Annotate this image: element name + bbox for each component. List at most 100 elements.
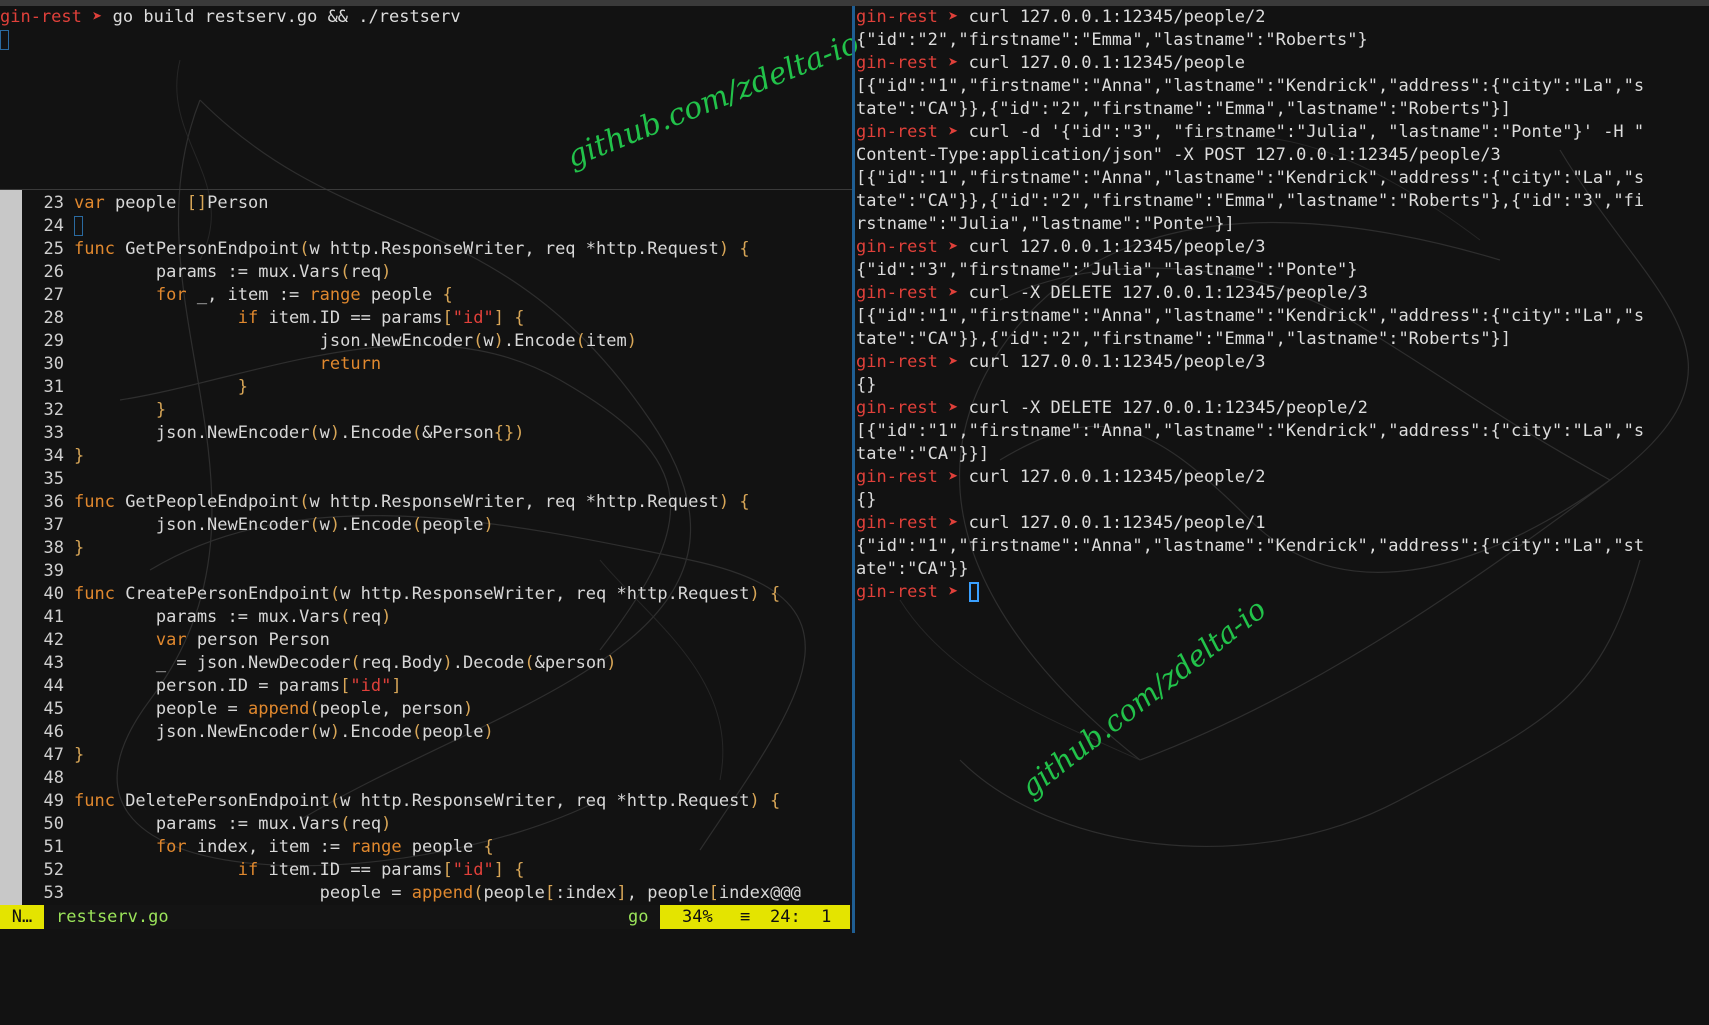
output-text: tate":"CA"}},{"id":"2","firstname":"Emma… [856, 329, 1512, 349]
command-text: curl 127.0.0.1:12345/people/2 [968, 7, 1266, 27]
output-text: ate":"CA"}} [856, 559, 969, 579]
code-line[interactable]: 25 func GetPersonEndpoint(w http.Response… [30, 238, 801, 261]
prompt-arrow-icon: ➤ [92, 7, 103, 27]
code-line[interactable]: 52 if item.ID == params["id"] { [30, 859, 801, 882]
line-number: 51 [43, 837, 64, 857]
terminal-output-line: [{"id":"1","firstname":"Anna","lastname"… [856, 305, 1709, 328]
output-text: {"id":"3","firstname":"Julia","lastname"… [856, 260, 1358, 280]
code-text: json.NewEncoder(w).Encode(&Person{}) [74, 423, 525, 443]
terminal-cursor[interactable] [968, 582, 979, 602]
code-line[interactable]: 28 if item.ID == params["id"] { [30, 307, 801, 330]
prompt-label: gin-rest [856, 352, 938, 372]
code-line[interactable]: 50 params := mux.Vars(req) [30, 813, 801, 836]
code-text: return [319, 354, 382, 374]
output-text: [{"id":"1","firstname":"Anna","lastname"… [856, 306, 1645, 326]
terminal-command-line: gin-rest ➤ curl 127.0.0.1:12345/people [856, 52, 1709, 75]
code-line[interactable]: 24 [30, 215, 801, 238]
line-number: 50 [43, 814, 64, 834]
prompt-arrow-icon: ➤ [948, 513, 959, 533]
output-text: [{"id":"1","firstname":"Anna","lastname"… [856, 168, 1645, 188]
output-text: {} [856, 490, 877, 510]
prompt-arrow-icon: ➤ [948, 53, 959, 73]
sign-column [0, 190, 22, 906]
code-line[interactable]: 37 json.NewEncoder(w).Encode(people) [30, 514, 801, 537]
output-text: tate":"CA"}},{"id":"2","firstname":"Emma… [856, 191, 1645, 211]
output-text: tate":"CA"}}] [856, 444, 990, 464]
code-line[interactable]: 29 json.NewEncoder(w).Encode(item) [30, 330, 801, 353]
code-line[interactable]: 31 } [30, 376, 801, 399]
line-number: 34 [43, 446, 64, 466]
prompt-label: gin-rest [856, 398, 938, 418]
line-number: 42 [43, 630, 64, 650]
line-number: 29 [43, 331, 64, 351]
terminal-command-line: gin-rest ➤ curl -X DELETE 127.0.0.1:1234… [856, 397, 1709, 420]
terminal-output-line: ate":"CA"}} [856, 558, 1709, 581]
line-number: 33 [43, 423, 64, 443]
code-line[interactable]: 27 for _, item := range people { [30, 284, 801, 307]
output-text: {"id":"1","firstname":"Anna","lastname":… [856, 536, 1645, 556]
line-number: 25 [43, 239, 64, 259]
right-terminal-pane[interactable]: gin-rest ➤ curl 127.0.0.1:12345/people/2… [856, 6, 1709, 933]
vim-editor-pane[interactable]: 23 var people []Person 24 25 func GetPersonE… [0, 189, 852, 906]
terminal-command-line: gin-rest ➤ curl 127.0.0.1:12345/people/2 [856, 466, 1709, 489]
code-line[interactable]: 43 _ = json.NewDecoder(req.Body).Decode(… [30, 652, 801, 675]
code-text: person.ID = params["id"] [74, 676, 402, 696]
code-line[interactable]: 33 json.NewEncoder(w).Encode(&Person{}) [30, 422, 801, 445]
prompt-label: gin-rest [0, 7, 82, 27]
code-line[interactable]: 32 } [30, 399, 801, 422]
command-text: curl -X DELETE 127.0.0.1:12345/people/2 [968, 398, 1368, 418]
code-line[interactable]: 35 [30, 468, 801, 491]
code-text: } [74, 446, 85, 466]
line-number: 40 [43, 584, 64, 604]
status-separator: ≡ [740, 907, 751, 927]
line-number: 49 [43, 791, 64, 811]
command-text: curl 127.0.0.1:12345/people [968, 53, 1245, 73]
line-number: 36 [43, 492, 64, 512]
pane-divider[interactable] [852, 6, 855, 933]
status-percent: 34% [682, 907, 713, 927]
terminal-command-line: gin-rest ➤ curl 127.0.0.1:12345/people/2 [856, 6, 1709, 29]
code-area[interactable]: 23 var people []Person 24 25 func GetPersonE… [30, 192, 801, 905]
code-text: json.NewEncoder(w).Encode(people) [74, 515, 494, 535]
code-line[interactable]: 38} [30, 537, 801, 560]
terminal-output-line: tate":"CA"}},{"id":"2","firstname":"Emma… [856, 98, 1709, 121]
code-line[interactable]: 41 params := mux.Vars(req) [30, 606, 801, 629]
terminal-output-line: [{"id":"1","firstname":"Anna","lastname"… [856, 75, 1709, 98]
output-text: rstname":"Julia","lastname":"Ponte"}] [856, 214, 1235, 234]
command-text: go build restserv.go && ./restserv [112, 7, 461, 27]
code-line[interactable]: 49 func DeletePersonEndpoint(w http.Respo… [30, 790, 801, 813]
code-text: } [237, 377, 249, 397]
status-line-col: 24: 1 [770, 907, 832, 927]
code-text: } [155, 400, 167, 420]
code-text: func CreatePersonEndpoint(w http.Respons… [74, 584, 781, 604]
code-line[interactable]: 42 var person Person [30, 629, 801, 652]
line-number: 46 [43, 722, 64, 742]
code-text: people = append(people[:index], people[i… [74, 883, 801, 903]
prompt-arrow-icon: ➤ [948, 237, 959, 257]
terminal-output-line: {} [856, 374, 1709, 397]
code-text: json.NewEncoder(w).Encode(item) [74, 331, 638, 351]
code-text: params := mux.Vars(req) [74, 607, 392, 627]
prompt-arrow-icon: ➤ [948, 7, 959, 27]
prompt-label: gin-rest [856, 467, 938, 487]
prompt-label: gin-rest [856, 283, 938, 303]
command-text: curl -X DELETE 127.0.0.1:12345/people/3 [968, 283, 1368, 303]
code-line[interactable]: 48 [30, 767, 801, 790]
code-line[interactable]: 51 for index, item := range people { [30, 836, 801, 859]
code-line[interactable]: 53 people = append(people[:index], peopl… [30, 882, 801, 905]
code-line[interactable]: 30 return [30, 353, 801, 376]
code-line[interactable]: 39 [30, 560, 801, 583]
terminal-output-line: Content-Type:application/json" -X POST 1… [856, 144, 1709, 167]
code-text: json.NewEncoder(w).Encode(people) [74, 722, 494, 742]
code-text: func GetPeopleEndpoint(w http.ResponseWr… [74, 492, 750, 512]
code-line[interactable]: 45 people = append(people, person) [30, 698, 801, 721]
code-line[interactable]: 23 var people []Person [30, 192, 801, 215]
code-line[interactable]: 26 params := mux.Vars(req) [30, 261, 801, 284]
code-line[interactable]: 47} [30, 744, 801, 767]
code-line[interactable]: 40 func CreatePersonEndpoint(w http.Respo… [30, 583, 801, 606]
code-line[interactable]: 44 person.ID = params["id"] [30, 675, 801, 698]
code-line[interactable]: 46 json.NewEncoder(w).Encode(people) [30, 721, 801, 744]
code-line[interactable]: 36 func GetPeopleEndpoint(w http.Response… [30, 491, 801, 514]
line-number: 27 [43, 285, 64, 305]
code-line[interactable]: 34} [30, 445, 801, 468]
